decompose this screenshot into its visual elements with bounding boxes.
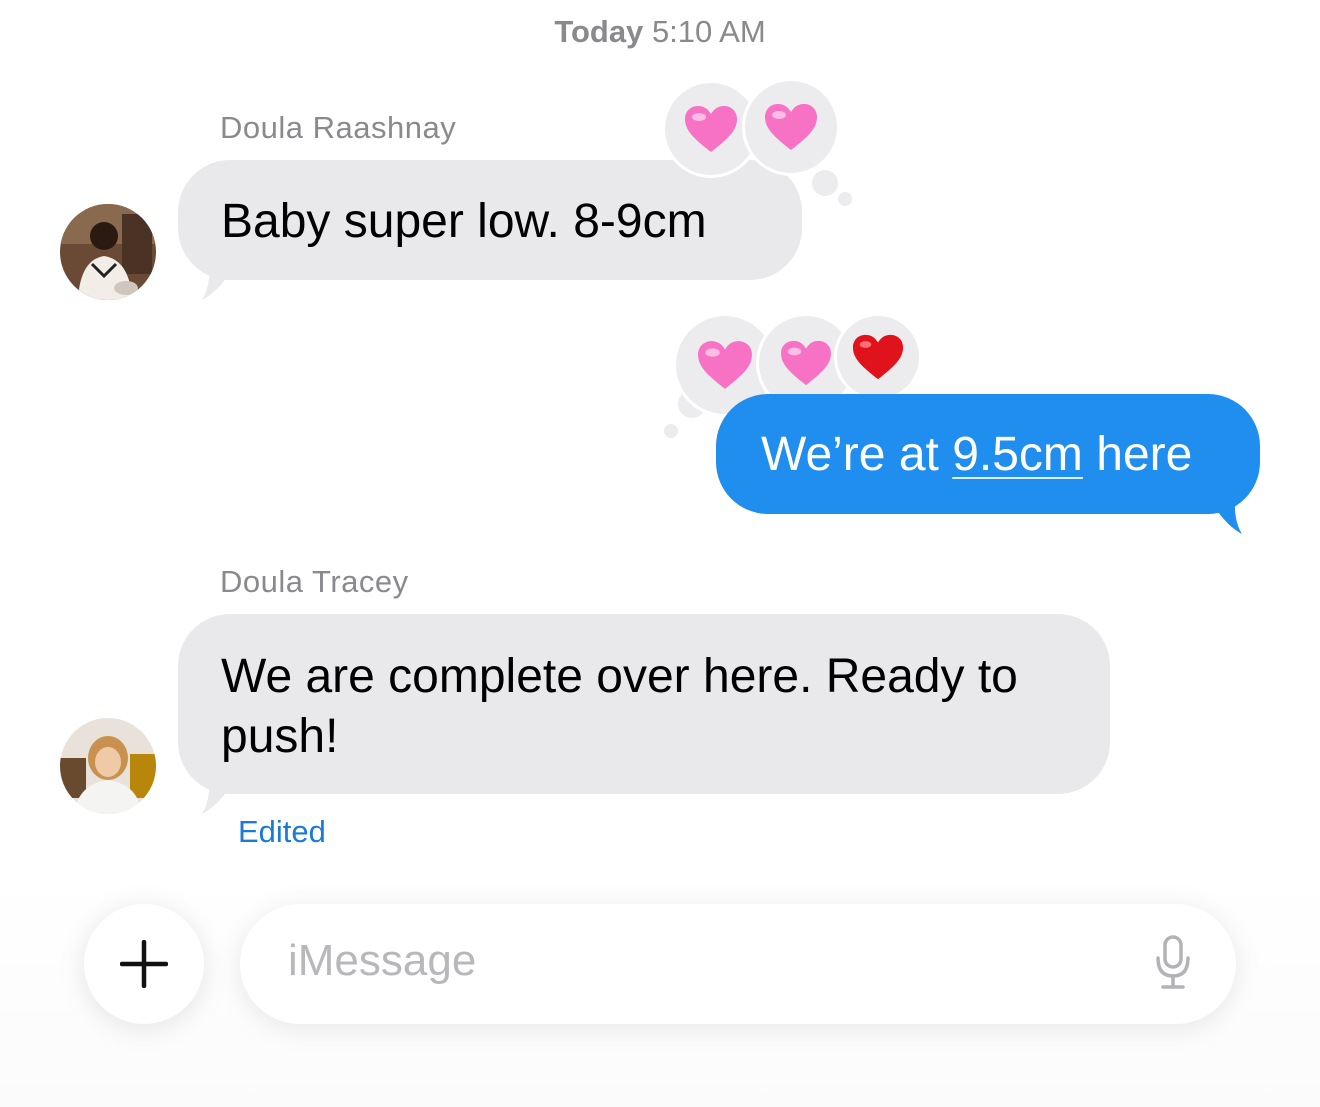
pink-heart-icon xyxy=(765,104,817,150)
bubble-tail-outgoing xyxy=(1206,490,1242,534)
pink-heart-icon xyxy=(685,106,737,152)
message-bubble-tracey[interactable]: We are complete over here. Ready to push… xyxy=(178,614,1110,794)
plus-icon xyxy=(120,940,168,988)
pink-heart-icon xyxy=(698,341,752,389)
message-text: Baby super low. 8-9cm xyxy=(221,195,707,248)
bubble-tail-incoming xyxy=(202,772,238,814)
bubble-tail-incoming xyxy=(202,258,238,300)
microphone-icon[interactable] xyxy=(1154,934,1192,990)
message-bubble-outgoing[interactable]: We’re at 9.5cm here xyxy=(716,394,1260,514)
message-bubble-raashnay[interactable]: Baby super low. 8-9cm xyxy=(178,160,802,280)
timestamp-time: 5:10 AM xyxy=(651,14,766,49)
message-text-line-2: push! xyxy=(221,710,339,763)
tapback-red-heart[interactable] xyxy=(834,313,922,401)
avatar-tracey[interactable] xyxy=(60,718,156,814)
message-text-before: We’re at xyxy=(761,428,953,481)
detected-data-link[interactable]: 9.5cm xyxy=(952,428,1083,481)
pink-heart-icon xyxy=(781,340,831,386)
sender-name-raashnay: Doula Raashnay xyxy=(220,110,457,145)
message-input-placeholder: iMessage xyxy=(288,936,477,985)
message-text-line-1: We are complete over here. Ready to xyxy=(221,650,1018,703)
sender-name-tracey: Doula Tracey xyxy=(220,564,409,599)
message-input[interactable]: iMessage xyxy=(240,904,1236,1024)
tapback-pink-heart[interactable] xyxy=(742,78,840,176)
message-timestamp: Today 5:10 AM xyxy=(0,14,1320,50)
red-heart-icon xyxy=(852,334,904,380)
add-attachment-button[interactable] xyxy=(84,904,204,1024)
tapback-tail-dot xyxy=(812,170,838,196)
conversation-view: Today 5:10 AM Doula Raashnay Baby super … xyxy=(0,0,1320,1107)
message-text: We’re at 9.5cm here xyxy=(761,425,1260,485)
timestamp-day: Today xyxy=(554,14,644,49)
tapback-tail-dot xyxy=(664,424,678,438)
avatar-raashnay[interactable] xyxy=(60,204,156,300)
tapback-tail-dot xyxy=(838,192,852,206)
message-text-after: here xyxy=(1082,428,1193,481)
edited-label[interactable]: Edited xyxy=(238,814,326,850)
